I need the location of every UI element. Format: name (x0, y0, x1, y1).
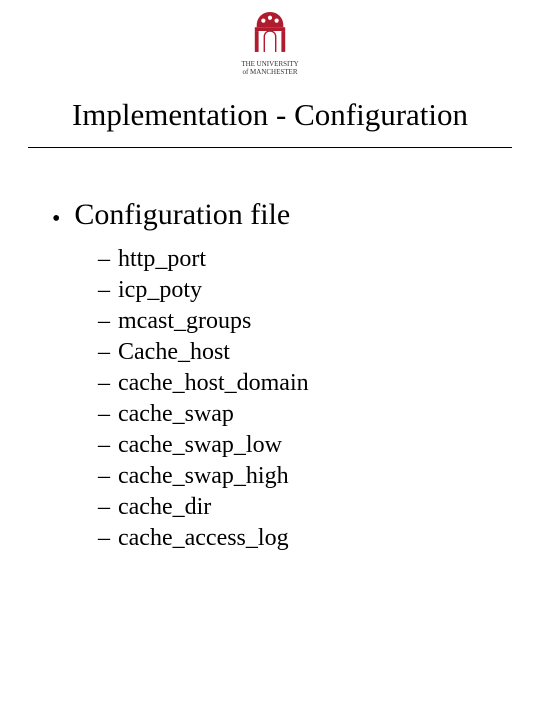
list-item: – Cache_host (98, 339, 510, 366)
slide-title: Implementation - Configuration (28, 97, 512, 148)
dash-icon: – (98, 339, 110, 366)
dash-icon: – (98, 308, 110, 335)
list-item: – icp_poty (98, 277, 510, 304)
sub-item-text: cache_access_log (118, 525, 289, 552)
dash-icon: – (98, 246, 110, 273)
sub-item-text: cache_swap_low (118, 432, 282, 459)
dash-icon: – (98, 525, 110, 552)
list-item: – cache_swap_low (98, 432, 510, 459)
dash-icon: – (98, 432, 110, 459)
dash-icon: – (98, 463, 110, 490)
sub-item-text: mcast_groups (118, 308, 251, 335)
list-item: – cache_dir (98, 494, 510, 521)
main-bullet: • Configuration file (52, 198, 510, 232)
sub-item-text: http_port (118, 246, 206, 273)
sub-item-text: cache_swap (118, 401, 234, 428)
institution-line2: of MANCHESTER (241, 69, 298, 77)
list-item: – cache_swap_high (98, 463, 510, 490)
list-item: – cache_swap (98, 401, 510, 428)
sub-item-text: Cache_host (118, 339, 230, 366)
list-item: – cache_host_domain (98, 370, 510, 397)
sub-item-text: cache_host_domain (118, 370, 309, 397)
dash-icon: – (98, 370, 110, 397)
dash-icon: – (98, 401, 110, 428)
dash-icon: – (98, 277, 110, 304)
dash-icon: – (98, 494, 110, 521)
sub-item-text: cache_swap_high (118, 463, 289, 490)
list-item: – mcast_groups (98, 308, 510, 335)
sub-list: – http_port – icp_poty – mcast_groups – … (52, 244, 510, 552)
sub-item-text: icp_poty (118, 277, 202, 304)
list-item: – cache_access_log (98, 525, 510, 552)
university-logo-icon: THE UNIVERSITY of MANCHESTER (241, 10, 298, 76)
main-bullet-text: Configuration file (74, 198, 290, 232)
list-item: – http_port (98, 246, 510, 273)
sub-item-text: cache_dir (118, 494, 211, 521)
logo-text: THE UNIVERSITY of MANCHESTER (241, 61, 298, 76)
bullet-icon: • (52, 207, 60, 231)
logo-container: THE UNIVERSITY of MANCHESTER (0, 0, 540, 87)
content-area: • Configuration file – http_port – icp_p… (0, 198, 540, 552)
